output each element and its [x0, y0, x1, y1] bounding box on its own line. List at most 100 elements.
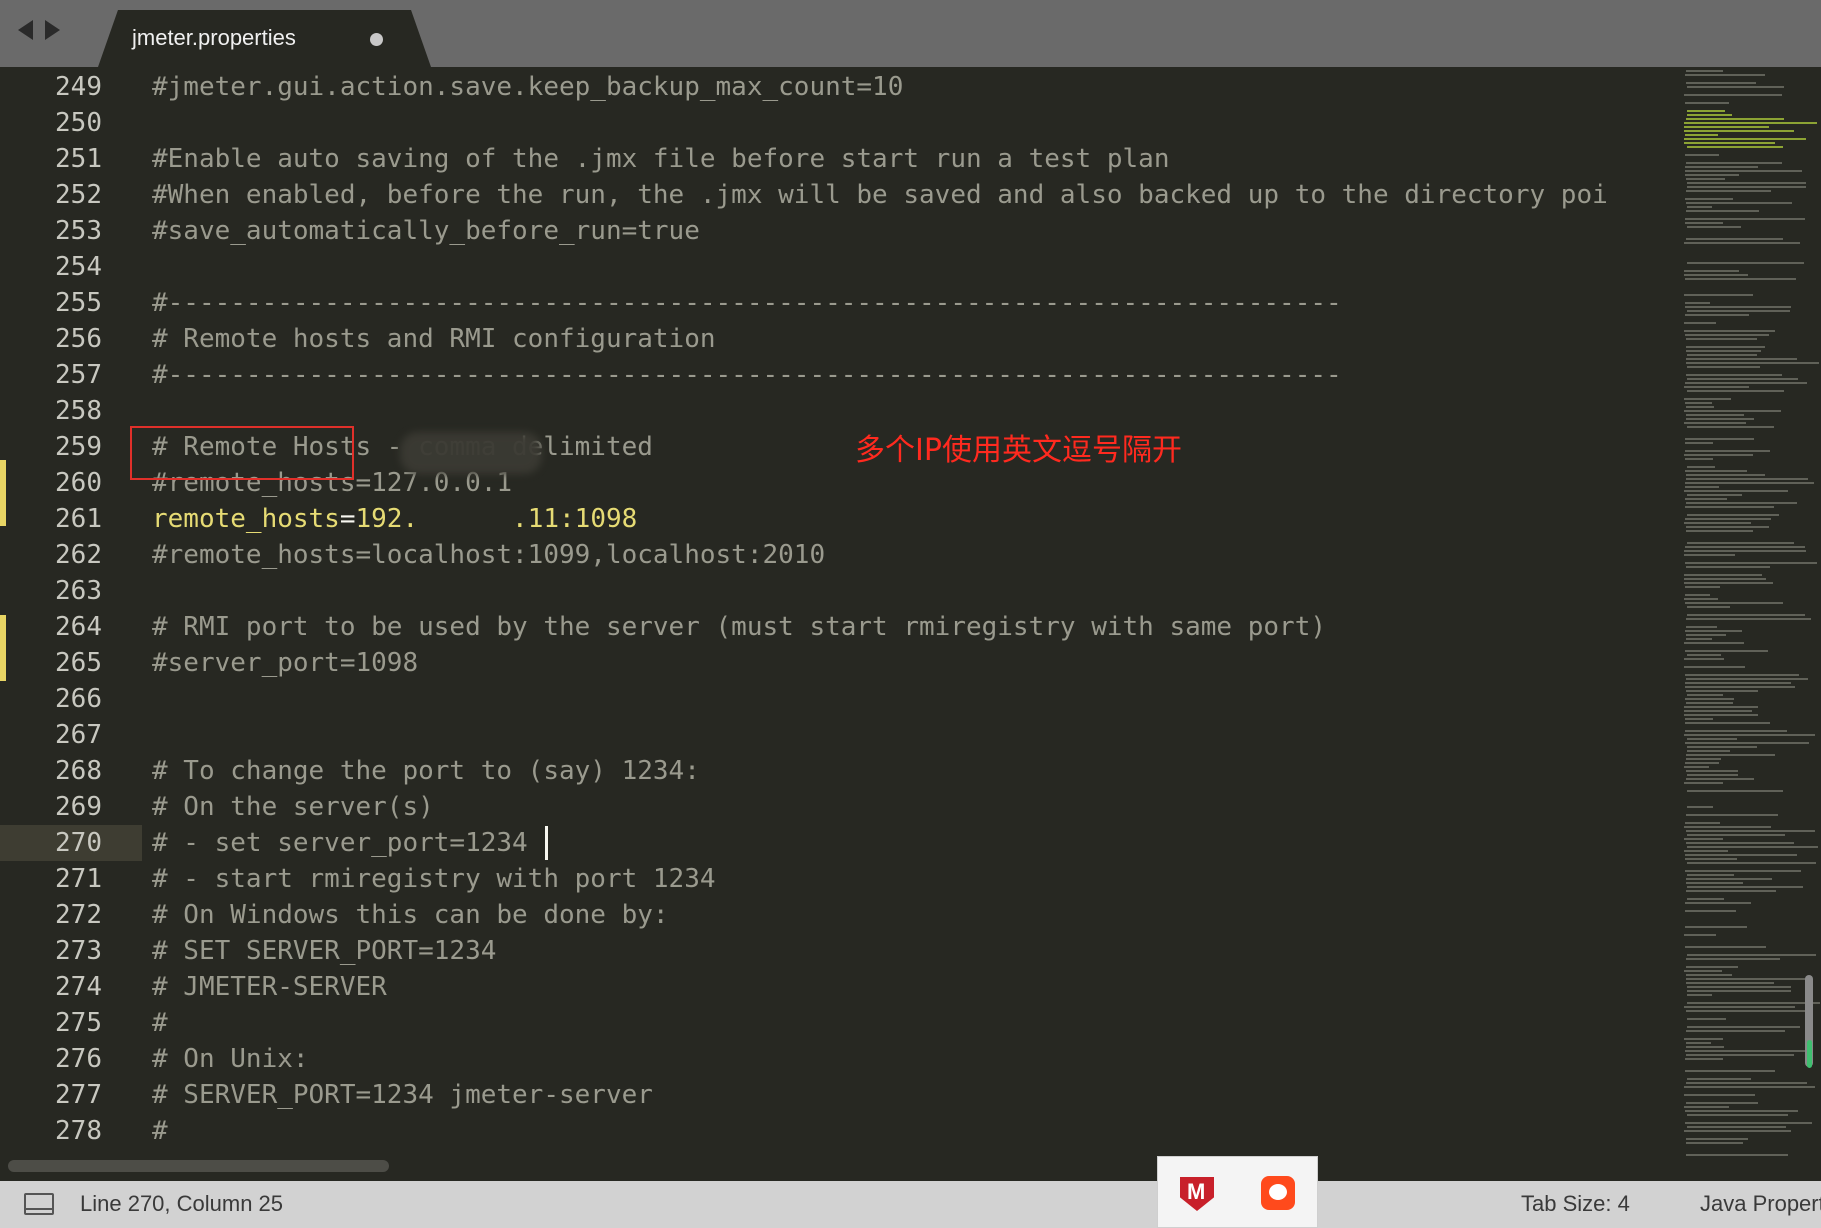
- code-text: # On the server(s): [152, 792, 434, 822]
- code-editor[interactable]: 249 #jmeter.gui.action.save.keep_backup_m…: [0, 67, 1680, 1163]
- line-number: 250: [55, 108, 102, 138]
- code-line[interactable]: 255 #------------------------------------…: [0, 285, 1680, 321]
- code-line[interactable]: 268 # To change the port to (say) 1234:: [0, 753, 1680, 789]
- minimap-line: [1686, 974, 1732, 976]
- minimap-line: [1687, 114, 1732, 116]
- code-line[interactable]: 262 #remote_hosts=localhost:1099,localhos…: [0, 537, 1680, 573]
- horizontal-scrollbar-thumb[interactable]: [8, 1160, 389, 1172]
- highlight-box: [130, 426, 354, 480]
- syntax-selector[interactable]: Java Propert: [1700, 1191, 1821, 1217]
- code-line[interactable]: 266: [0, 681, 1680, 717]
- code-line[interactable]: 263: [0, 573, 1680, 609]
- code-line[interactable]: 254: [0, 249, 1680, 285]
- minimap-line: [1687, 390, 1784, 392]
- tab-size-selector[interactable]: Tab Size: 4: [1521, 1191, 1630, 1217]
- minimap-line: [1684, 766, 1709, 768]
- minimap-line: [1686, 758, 1721, 760]
- cursor-position: Line 270, Column 25: [80, 1191, 284, 1216]
- minimap-line: [1685, 546, 1805, 548]
- unsaved-dot-icon[interactable]: [370, 33, 383, 46]
- line-number: 263: [55, 576, 102, 606]
- minimap-line: [1685, 506, 1774, 508]
- code-line[interactable]: 264 # RMI port to be used by the server (…: [0, 609, 1680, 645]
- code-line[interactable]: 276 # On Unix:: [0, 1041, 1680, 1077]
- code-line[interactable]: 271 # - start rmiregistry with port 1234: [0, 861, 1680, 897]
- minimap-line: [1687, 862, 1816, 864]
- minimap-line: [1686, 638, 1712, 640]
- code-line[interactable]: 272 # On Windows this can be done by:: [0, 897, 1680, 933]
- line-number: 257: [55, 360, 102, 390]
- code-text: #---------------------------------------…: [152, 288, 1342, 318]
- code-line[interactable]: 265 #server_port=1098: [0, 645, 1680, 681]
- minimap-line: [1685, 730, 1787, 732]
- code-line[interactable]: 258: [0, 393, 1680, 429]
- minimap[interactable]: [1680, 67, 1821, 1163]
- code-line[interactable]: 251 #Enable auto saving of the .jmx file …: [0, 141, 1680, 177]
- minimap-line: [1685, 946, 1766, 948]
- code-line[interactable]: 252 #When enabled, before the run, the .j…: [0, 177, 1680, 213]
- code-line[interactable]: 250: [0, 105, 1680, 141]
- tab-title: jmeter.properties: [132, 25, 296, 50]
- minimap-line: [1686, 1154, 1788, 1156]
- minimap-line: [1684, 782, 1723, 784]
- minimap-line: [1685, 1070, 1775, 1072]
- minimap-line: [1686, 678, 1808, 680]
- minimap-line: [1684, 714, 1758, 716]
- antivirus-shield-icon[interactable]: [1180, 1177, 1214, 1211]
- minimap-line: [1685, 458, 1713, 460]
- code-line[interactable]: 261 remote_hosts=192.XXX.XX.11:1098: [0, 501, 1680, 537]
- code-line[interactable]: 256 # Remote hosts and RMI configuration: [0, 321, 1680, 357]
- code-line[interactable]: 275 #: [0, 1005, 1680, 1041]
- line-number: 258: [55, 396, 102, 426]
- minimap-line: [1684, 294, 1753, 296]
- annotation-text: 多个IP使用英文逗号隔开: [855, 433, 1182, 468]
- minimap-line: [1687, 898, 1724, 900]
- line-number: 253: [55, 216, 102, 246]
- minimap-line: [1685, 762, 1719, 764]
- line-number: 256: [55, 324, 102, 354]
- minimap-line: [1684, 934, 1716, 936]
- minimap-line: [1684, 386, 1749, 388]
- code-line[interactable]: 274 # JMETER-SERVER: [0, 969, 1680, 1005]
- minimap-line: [1687, 990, 1791, 992]
- minimap-line: [1685, 910, 1736, 912]
- panel-toggle-icon[interactable]: [24, 1193, 54, 1215]
- minimap-line: [1684, 578, 1766, 580]
- minimap-line: [1685, 822, 1720, 824]
- code-line[interactable]: 270 # - set server_port=1234: [0, 825, 1680, 861]
- code-line[interactable]: 277 # SERVER_PORT=1234 jmeter-server: [0, 1077, 1680, 1113]
- minimap-line: [1685, 450, 1770, 452]
- line-number: 270: [55, 828, 102, 858]
- minimap-line: [1687, 986, 1791, 988]
- minimap-line: [1687, 738, 1737, 740]
- minimap-line: [1686, 478, 1808, 480]
- code-line[interactable]: 253 #save_automatically_before_run=true: [0, 213, 1680, 249]
- active-config-line[interactable]: remote_hosts=192.XXX.XX.11:1098: [152, 501, 637, 537]
- minimap-line: [1686, 778, 1754, 780]
- minimap-line: [1684, 1038, 1723, 1040]
- code-line[interactable]: 278 #: [0, 1113, 1680, 1149]
- code-line[interactable]: 257 #------------------------------------…: [0, 357, 1680, 393]
- minimap-line: [1684, 554, 1735, 556]
- code-text: # On Unix:: [152, 1044, 309, 1074]
- minimap-line: [1687, 186, 1806, 188]
- chevron-right-icon[interactable]: [45, 20, 60, 40]
- chevron-left-icon[interactable]: [18, 20, 33, 40]
- code-line[interactable]: 273 # SET SERVER_PORT=1234: [0, 933, 1680, 969]
- tab-jmeter-properties[interactable]: jmeter.properties: [98, 10, 431, 67]
- chat-app-icon[interactable]: [1261, 1176, 1295, 1210]
- minimap-line: [1687, 466, 1715, 468]
- minimap-line: [1686, 530, 1753, 532]
- minimap-line: [1686, 338, 1757, 340]
- minimap-line: [1687, 1078, 1751, 1080]
- code-text: #: [152, 1008, 168, 1038]
- line-number: 261: [55, 504, 102, 534]
- code-line[interactable]: 249 #jmeter.gui.action.save.keep_backup_m…: [0, 69, 1680, 105]
- code-line[interactable]: 269 # On the server(s): [0, 789, 1680, 825]
- line-number: 269: [55, 792, 102, 822]
- minimap-line: [1684, 666, 1745, 668]
- line-number: 265: [55, 648, 102, 678]
- minimap-line: [1684, 322, 1716, 324]
- minimap-line: [1686, 526, 1769, 528]
- code-line[interactable]: 267: [0, 717, 1680, 753]
